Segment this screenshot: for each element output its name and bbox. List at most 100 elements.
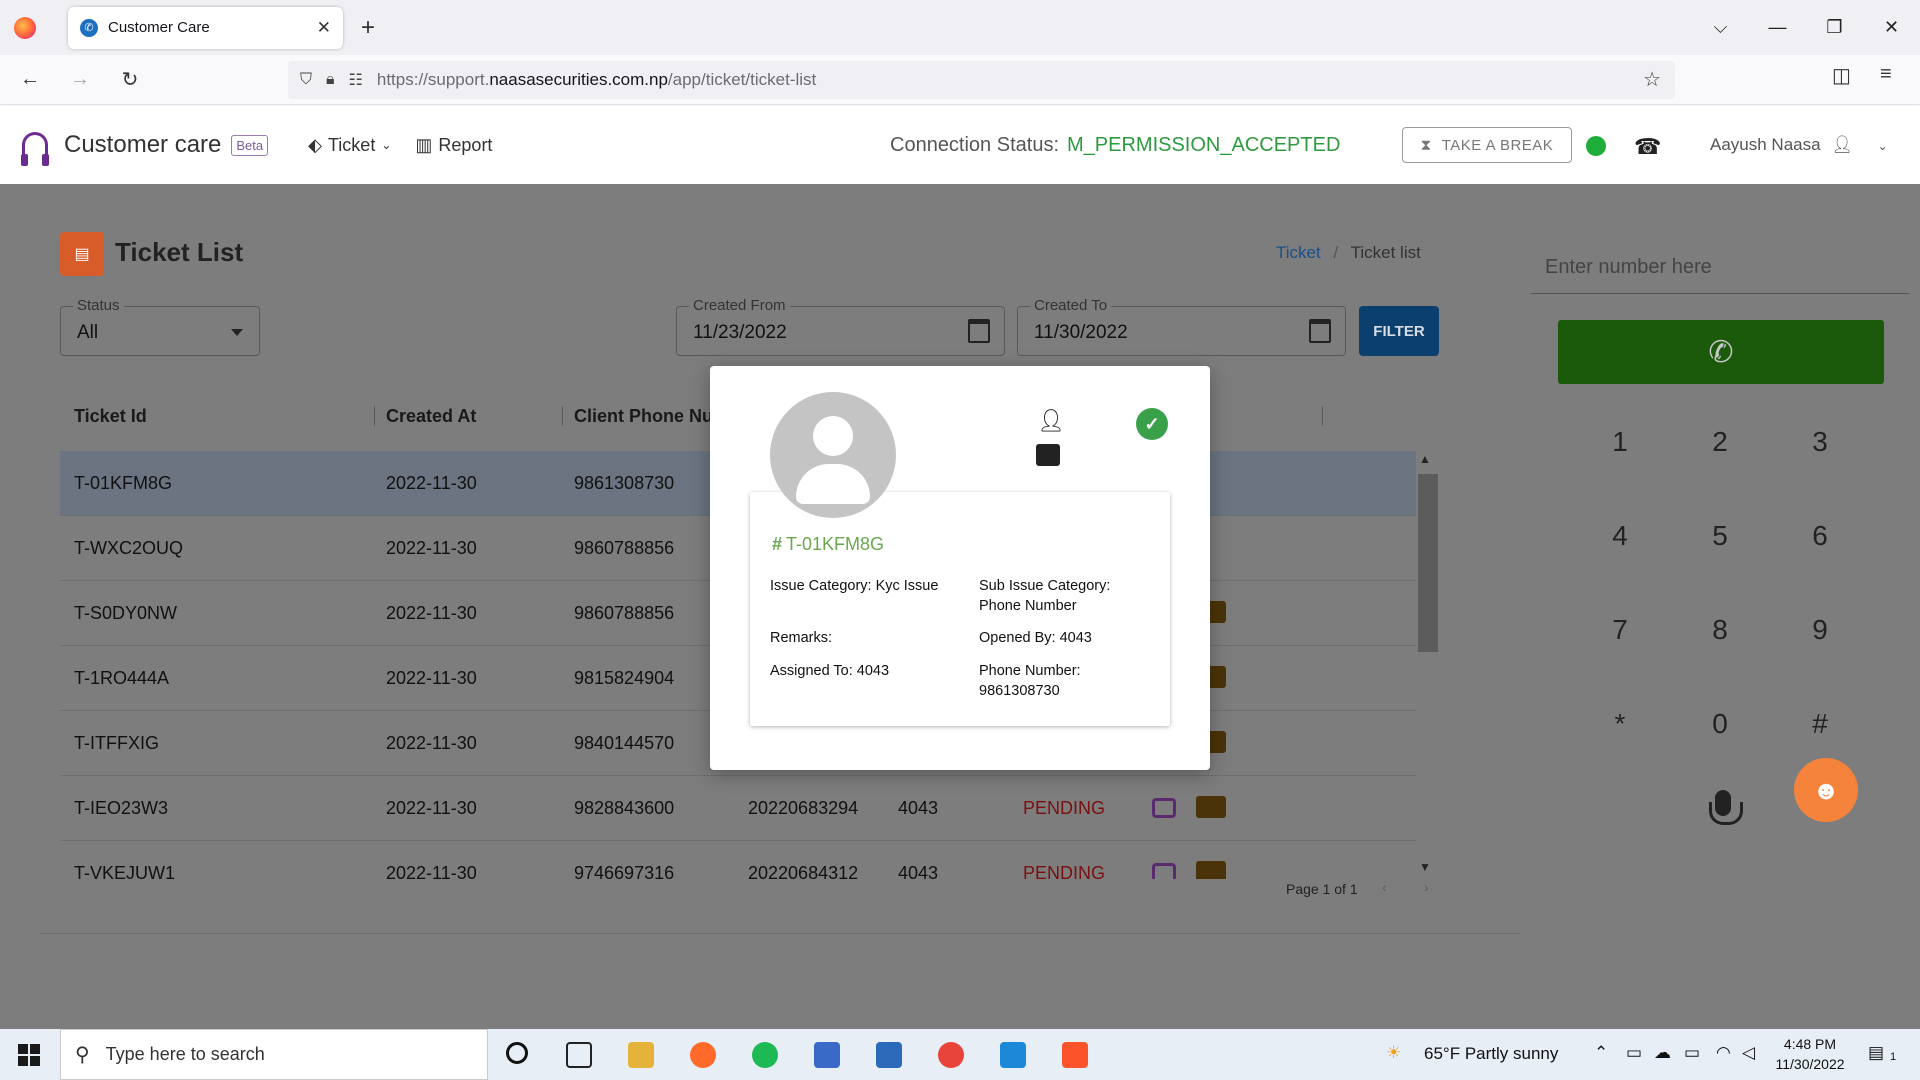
dial-key-hash[interactable]: # (1790, 694, 1850, 754)
close-tab-icon[interactable]: ✕ (317, 18, 331, 38)
windows-start-icon[interactable] (18, 1043, 40, 1066)
app-menu-icon[interactable]: ≡ (1880, 63, 1892, 86)
dropdown-arrow-icon[interactable] (231, 329, 243, 336)
dial-key-2[interactable]: 2 (1690, 412, 1750, 472)
tab-list-icon[interactable]: ⌵ (1692, 17, 1749, 38)
contact-card-icon[interactable] (1196, 796, 1226, 818)
calendar-icon[interactable] (1309, 319, 1331, 343)
volume-icon[interactable]: ◁ (1742, 1043, 1755, 1063)
table-row[interactable]: T-IEO23W3 2022-11-30 9828843600 20220683… (60, 776, 1416, 841)
chat-bot-button[interactable]: ☻ (1794, 758, 1858, 822)
breadcrumb-ticket-link[interactable]: Ticket (1276, 243, 1321, 262)
microphone-icon[interactable] (1709, 790, 1743, 825)
cortana-icon[interactable] (506, 1042, 528, 1064)
scroll-down-icon[interactable]: ▼ (1419, 860, 1431, 874)
phone-number-input[interactable]: Enter number here (1531, 242, 1909, 294)
dial-key-4[interactable]: 4 (1590, 506, 1650, 566)
forward-icon[interactable]: → (60, 68, 100, 91)
minimize-icon[interactable]: — (1749, 17, 1806, 38)
permissions-icon[interactable]: ☷ (349, 70, 363, 90)
battery-icon[interactable]: ▭ (1684, 1043, 1700, 1063)
cell-phone: 9815824904 (574, 668, 675, 688)
cell-reference: 20220683294 (748, 798, 859, 818)
user-chevron-icon[interactable]: ⌄ (1878, 139, 1888, 153)
firefox-icon[interactable] (14, 16, 36, 39)
onedrive-icon[interactable]: ☁ (1654, 1043, 1671, 1063)
file-explorer-icon[interactable] (628, 1042, 654, 1068)
table-row[interactable]: T-VKEJUW1 2022-11-30 9746697316 20220684… (60, 841, 1416, 879)
created-to-field[interactable]: Created To 11/30/2022 (1017, 297, 1346, 356)
phone-favicon-icon: ✆ (80, 18, 98, 37)
id-badge-icon[interactable] (1036, 444, 1060, 466)
firefox-taskbar-icon[interactable] (690, 1042, 716, 1068)
browser-tab[interactable]: ✆ Customer Care ✕ (68, 6, 343, 49)
menu-ticket[interactable]: Ticket (328, 135, 375, 156)
cell-ticket-id: T-01KFM8G (74, 473, 173, 493)
dial-key-3[interactable]: 3 (1790, 412, 1850, 472)
new-tab-icon[interactable]: + (361, 14, 375, 42)
scroll-up-icon[interactable]: ▲ (1419, 452, 1431, 466)
dial-key-9[interactable]: 9 (1790, 600, 1850, 660)
prev-page-icon[interactable]: ‹ (1382, 879, 1387, 895)
table-scrollbar[interactable] (1418, 474, 1438, 652)
col-created-at[interactable]: Created At (386, 381, 476, 451)
dial-key-1[interactable]: 1 (1590, 412, 1650, 472)
chat-bot-icon: ☻ (1812, 774, 1840, 805)
tab-title: Customer Care (108, 19, 210, 36)
dial-key-6[interactable]: 6 (1790, 506, 1850, 566)
view-eye-icon[interactable] (1152, 798, 1176, 818)
next-page-icon[interactable]: › (1424, 879, 1429, 895)
notification-icon[interactable]: ▤ (1868, 1043, 1884, 1063)
pocket-icon[interactable]: ◫ (1832, 63, 1851, 88)
divider (40, 933, 1520, 934)
view-eye-icon[interactable] (1152, 863, 1176, 879)
calendar-icon[interactable] (968, 319, 990, 343)
call-button[interactable]: ✆ (1558, 320, 1884, 384)
weather-text[interactable]: 65°F Partly sunny (1424, 1044, 1558, 1064)
wifi-icon[interactable]: ◠ (1716, 1043, 1731, 1063)
network-app-icon[interactable] (814, 1042, 840, 1068)
meet-icon[interactable]: ▭ (1626, 1043, 1642, 1063)
cell-created-at: 2022-11-30 (386, 668, 477, 688)
back-icon[interactable]: ← (10, 68, 50, 91)
chevron-down-icon[interactable]: ⌄ (381, 138, 391, 152)
menu-report[interactable]: Report (438, 135, 492, 156)
url-prefix: https://support. (376, 69, 490, 89)
hangup-phone-icon[interactable]: ☎ (1634, 134, 1661, 160)
dial-key-star[interactable]: * (1590, 694, 1650, 754)
filter-button[interactable]: FILTER (1359, 306, 1439, 356)
dial-key-8[interactable]: 8 (1690, 600, 1750, 660)
dial-key-0[interactable]: 0 (1690, 694, 1750, 754)
close-window-icon[interactable]: ✕ (1863, 17, 1920, 38)
brave-icon[interactable] (1062, 1042, 1088, 1068)
dial-key-7[interactable]: 7 (1590, 600, 1650, 660)
tray-chevron-icon[interactable]: ⌃ (1594, 1043, 1608, 1063)
cell-ticket-id: T-VKEJUW1 (74, 863, 176, 879)
person-icon[interactable]: 👤︎ (1037, 408, 1065, 434)
shield-icon[interactable]: ⛉ (300, 71, 312, 89)
vscode-icon[interactable] (1000, 1042, 1026, 1068)
chrome-icon[interactable] (938, 1042, 964, 1068)
user-menu[interactable]: Aayush Naasa 👤︎ ⌄ (1710, 135, 1888, 155)
col-ticket-id[interactable]: Ticket Id (74, 381, 147, 451)
check-circle-icon[interactable]: ✓ (1136, 408, 1168, 440)
taskbar-search[interactable]: ⚲ Type here to search (60, 1029, 488, 1080)
cell-created-at: 2022-11-30 (386, 473, 477, 493)
created-from-field[interactable]: Created From 11/23/2022 (676, 297, 1005, 356)
task-view-icon[interactable] (566, 1042, 592, 1068)
restore-icon[interactable]: ❐ (1806, 17, 1863, 38)
take-break-button[interactable]: ⧗ TAKE A BREAK (1402, 127, 1572, 163)
contact-card-icon[interactable] (1196, 861, 1226, 879)
reload-icon[interactable]: ↻ (110, 67, 150, 92)
breadcrumb-current: Ticket list (1350, 243, 1421, 262)
status-select[interactable]: Status All (60, 297, 260, 356)
lock-icon[interactable]: 🔒︎ (326, 71, 335, 89)
created-from-value: 11/23/2022 (693, 322, 787, 343)
clock[interactable]: 4:48 PM 11/30/2022 (1770, 1034, 1850, 1074)
spotify-icon[interactable] (752, 1042, 778, 1068)
security-app-icon[interactable] (876, 1042, 902, 1068)
address-bar[interactable]: ⛉ 🔒︎ ☷ https://support. naasasecurities.c… (288, 60, 1675, 99)
dial-key-5[interactable]: 5 (1690, 506, 1750, 566)
bookmark-star-icon[interactable]: ☆ (1643, 67, 1661, 92)
col-client-phone[interactable]: Client Phone Num (574, 381, 729, 451)
